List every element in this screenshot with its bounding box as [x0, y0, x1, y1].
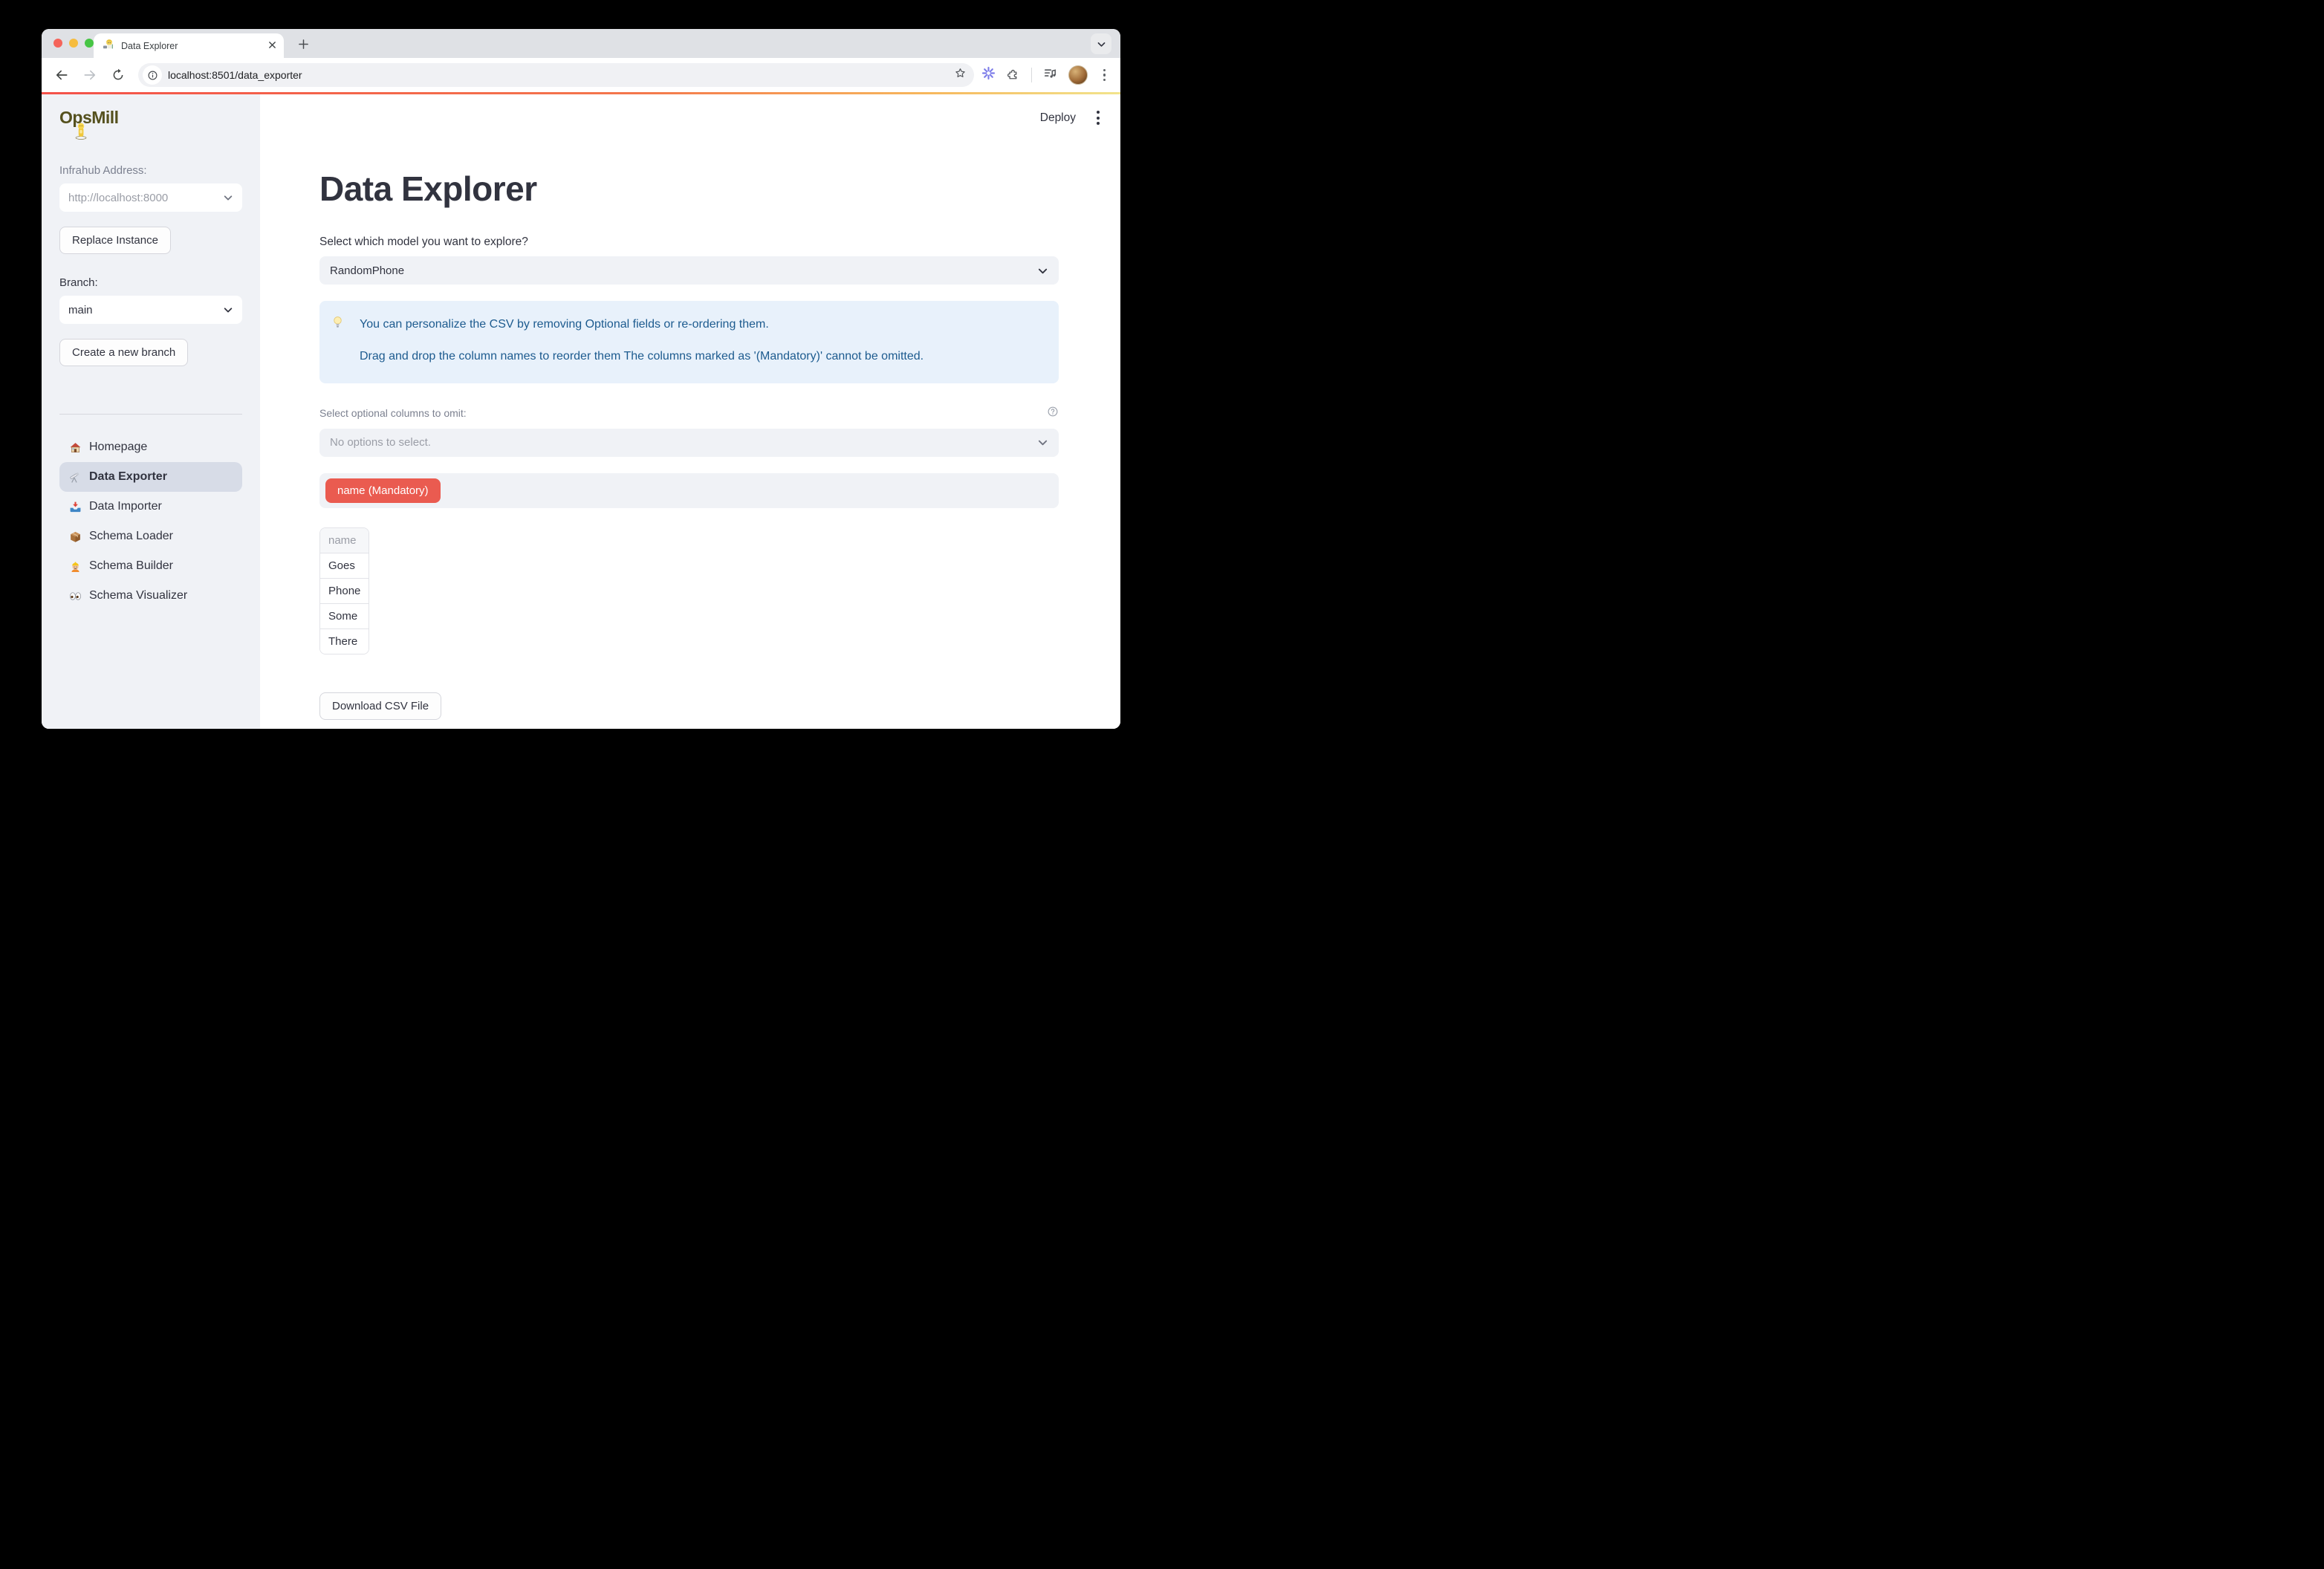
opsmill-mascot-icon [74, 122, 89, 143]
star-icon[interactable] [954, 67, 967, 83]
infrahub-address-label: Infrahub Address: [59, 164, 242, 177]
replace-instance-button[interactable]: Replace Instance [59, 227, 171, 254]
sidebar: OpsMill Infrahub Address: http://localho… [42, 94, 260, 729]
model-question-label: Select which model you want to explore? [319, 235, 1059, 249]
infrahub-address-select[interactable]: http://localhost:8000 [59, 183, 242, 212]
sidebar-item-schema-loader[interactable]: Schema Loader [59, 522, 242, 551]
sidebar-divider [59, 414, 242, 415]
preview-table: name Goes Phone Some There [319, 527, 369, 654]
sidebar-item-label: Schema Builder [89, 559, 173, 573]
traffic-lights [53, 39, 94, 48]
minimize-window-button[interactable] [69, 39, 78, 48]
browser-tab[interactable]: Data Explorer [94, 33, 284, 58]
infrahub-address-value: http://localhost:8000 [68, 192, 168, 204]
puzzle-icon[interactable] [1007, 67, 1020, 84]
forward-icon[interactable] [80, 65, 100, 85]
house-icon [68, 441, 82, 454]
omit-placeholder: No options to select. [330, 436, 431, 449]
omit-label-row: Select optional columns to omit: [319, 406, 1059, 421]
browser-menu-kebab-icon[interactable] [1099, 68, 1111, 83]
sidebar-item-label: Schema Visualizer [89, 589, 187, 602]
telescope-icon [68, 470, 82, 484]
zoom-window-button[interactable] [85, 39, 94, 48]
extension-starburst-icon[interactable] [981, 66, 996, 84]
info-callout: You can personalize the CSV by removing … [319, 301, 1059, 383]
table-header-name: name [320, 528, 369, 553]
sidebar-item-label: Data Importer [89, 500, 162, 513]
url-text[interactable]: localhost:8501/data_exporter [168, 69, 954, 81]
tab-close-icon[interactable] [268, 39, 276, 53]
opsmill-logo: OpsMill [59, 108, 242, 133]
reload-icon[interactable] [108, 65, 128, 85]
page-title: Data Explorer [319, 169, 1059, 209]
sidebar-item-label: Data Exporter [89, 470, 167, 484]
media-controls-icon[interactable] [1043, 66, 1057, 84]
page-content: Data Explorer Select which model you wan… [319, 94, 1059, 720]
site-info-icon[interactable] [143, 65, 162, 85]
download-csv-button[interactable]: Download CSV File [319, 692, 441, 720]
branch-value: main [68, 304, 93, 316]
main-area: Deploy Data Explorer Select which model … [260, 94, 1120, 729]
streamlit-app: OpsMill Infrahub Address: http://localho… [42, 94, 1120, 729]
create-branch-button[interactable]: Create a new branch [59, 339, 188, 366]
sidebar-item-homepage[interactable]: Homepage [59, 432, 242, 462]
close-window-button[interactable] [53, 39, 62, 48]
package-icon [68, 530, 82, 543]
toolbar-actions [981, 65, 1111, 85]
info-line-2: Drag and drop the column names to reorde… [360, 348, 1041, 365]
tab-title: Data Explorer [121, 41, 262, 51]
sidebar-item-schema-visualizer[interactable]: Schema Visualizer [59, 581, 242, 611]
model-selected-value: RandomPhone [330, 264, 404, 277]
browser-window: Data Explorer localhost:8501/data_export… [42, 29, 1120, 729]
eyes-icon [68, 589, 82, 602]
sidebar-nav: Homepage Data Exporter Data Importer [59, 432, 242, 611]
sidebar-item-schema-builder[interactable]: Schema Builder [59, 551, 242, 581]
sidebar-item-data-exporter[interactable]: Data Exporter [59, 462, 242, 492]
info-line-1: You can personalize the CSV by removing … [360, 316, 1041, 333]
table-row: Some [320, 604, 369, 629]
sidebar-item-label: Homepage [89, 441, 147, 454]
favicon-mascot-icon [103, 38, 114, 53]
address-bar[interactable]: localhost:8501/data_exporter [138, 63, 974, 87]
tab-search-icon[interactable] [1091, 33, 1111, 54]
construction-worker-icon [68, 559, 82, 573]
new-tab-icon[interactable] [294, 35, 312, 53]
app-menu-kebab-icon[interactable] [1092, 108, 1104, 128]
browser-toolbar: localhost:8501/data_exporter [42, 58, 1120, 92]
help-icon[interactable] [1047, 406, 1059, 421]
model-select[interactable]: RandomPhone [319, 256, 1059, 285]
back-icon[interactable] [52, 65, 71, 85]
table-row: There [320, 629, 369, 654]
table-row: Goes [320, 553, 369, 579]
toolbar-divider [1031, 68, 1032, 82]
branch-select[interactable]: main [59, 296, 242, 324]
sidebar-item-label: Schema Loader [89, 530, 173, 543]
tab-strip: Data Explorer [42, 29, 1120, 58]
omit-columns-label: Select optional columns to omit: [319, 407, 467, 419]
sidebar-item-data-importer[interactable]: Data Importer [59, 492, 242, 522]
table-row: Phone [320, 579, 369, 604]
streamlit-header: Deploy [1040, 108, 1104, 128]
deploy-button[interactable]: Deploy [1040, 111, 1076, 125]
omit-columns-select[interactable]: No options to select. [319, 429, 1059, 457]
column-pill-container: name (Mandatory) [319, 473, 1059, 508]
branch-label: Branch: [59, 276, 242, 289]
light-bulb-icon [331, 316, 344, 335]
mandatory-column-pill[interactable]: name (Mandatory) [325, 478, 441, 503]
profile-avatar[interactable] [1068, 65, 1088, 85]
inbox-tray-icon [68, 500, 82, 513]
